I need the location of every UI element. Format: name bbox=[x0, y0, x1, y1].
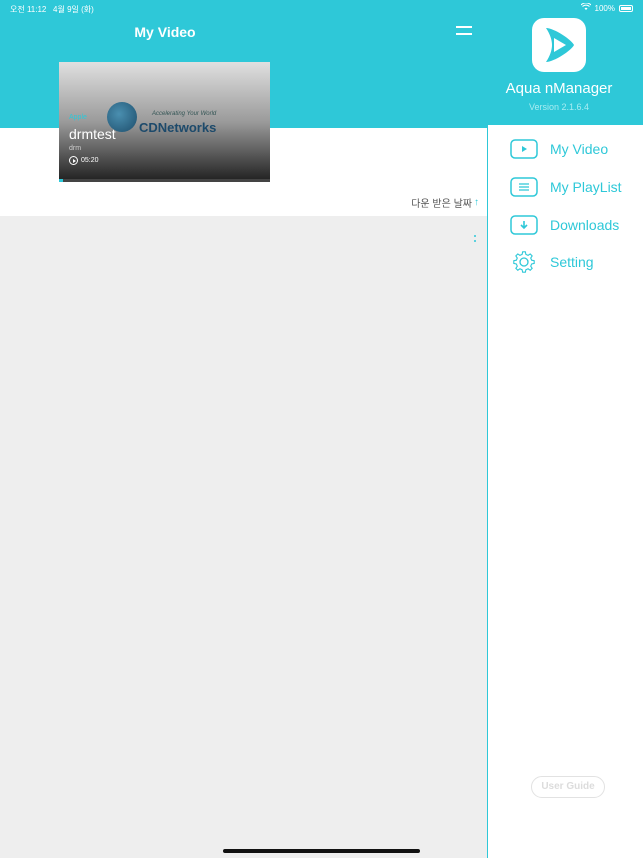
status-time-text: 오전 11:12 bbox=[10, 5, 47, 14]
app-logo-icon[interactable] bbox=[532, 18, 586, 72]
nav-item-my-video[interactable]: My Video bbox=[510, 138, 608, 160]
list-box-icon bbox=[510, 176, 538, 198]
app-version: Version 2.1.6.4 bbox=[528, 102, 590, 112]
duration-text: 05:20 bbox=[81, 157, 99, 164]
video-category: Apple bbox=[69, 114, 87, 121]
video-progress-fill bbox=[59, 179, 64, 182]
download-box-icon bbox=[510, 214, 538, 236]
thumbnail-tagline: Accelerating Your World bbox=[152, 111, 217, 117]
arrow-up-icon: ↑ bbox=[474, 197, 479, 208]
thumbnail-brand: CDNetworks bbox=[139, 120, 217, 135]
video-subtitle: drm bbox=[69, 145, 82, 152]
nav-item-my-playlist[interactable]: My PlayList bbox=[510, 176, 622, 198]
video-duration: 05:20 bbox=[69, 156, 99, 165]
home-indicator[interactable] bbox=[223, 849, 420, 853]
nav-label-my-video: My Video bbox=[550, 141, 609, 157]
status-right: 100% bbox=[580, 2, 633, 13]
status-time: 오전 11:12 4월 9일 (화) bbox=[10, 4, 94, 15]
play-circle-icon bbox=[69, 156, 78, 165]
nav-label-downloads: Downloads bbox=[550, 217, 620, 233]
battery-icon bbox=[619, 4, 633, 12]
play-box-icon bbox=[510, 138, 538, 160]
video-card[interactable]: Accelerating Your World CDNetworks Apple… bbox=[59, 62, 270, 182]
app-name: Aqua nManager bbox=[505, 80, 613, 97]
menu-toggle-button[interactable] bbox=[456, 25, 474, 37]
page-title: My Video bbox=[134, 24, 196, 40]
status-bar: 오전 11:12 4월 9일 (화) 100% bbox=[0, 0, 643, 16]
more-options-icon[interactable] bbox=[472, 232, 478, 246]
main-content: My Video Accelerating Your World CDNetwo… bbox=[0, 0, 487, 858]
user-guide-button[interactable]: User Guide bbox=[531, 776, 605, 798]
status-date-text: 4월 9일 (화) bbox=[53, 5, 94, 14]
sidebar: Aqua nManager Version 2.1.6.4 My Video M… bbox=[487, 0, 643, 858]
nav-item-downloads[interactable]: Downloads bbox=[510, 214, 619, 236]
video-title: drmtest bbox=[69, 126, 116, 142]
sort-control[interactable]: 다운 받은 날짜 ↑ bbox=[411, 195, 479, 210]
nav-label-setting: Setting bbox=[550, 254, 594, 270]
sidebar-header: Aqua nManager Version 2.1.6.4 bbox=[488, 0, 643, 125]
sort-label: 다운 받은 날짜 bbox=[411, 199, 472, 210]
gear-icon bbox=[510, 251, 538, 273]
video-progress-bar bbox=[59, 179, 270, 182]
nav-item-setting[interactable]: Setting bbox=[510, 251, 594, 273]
menu-bar-icon bbox=[456, 33, 472, 35]
nav-label-my-playlist: My PlayList bbox=[550, 179, 622, 195]
battery-percent: 100% bbox=[594, 3, 615, 13]
menu-bar-icon bbox=[456, 26, 472, 28]
wifi-icon bbox=[580, 2, 591, 13]
